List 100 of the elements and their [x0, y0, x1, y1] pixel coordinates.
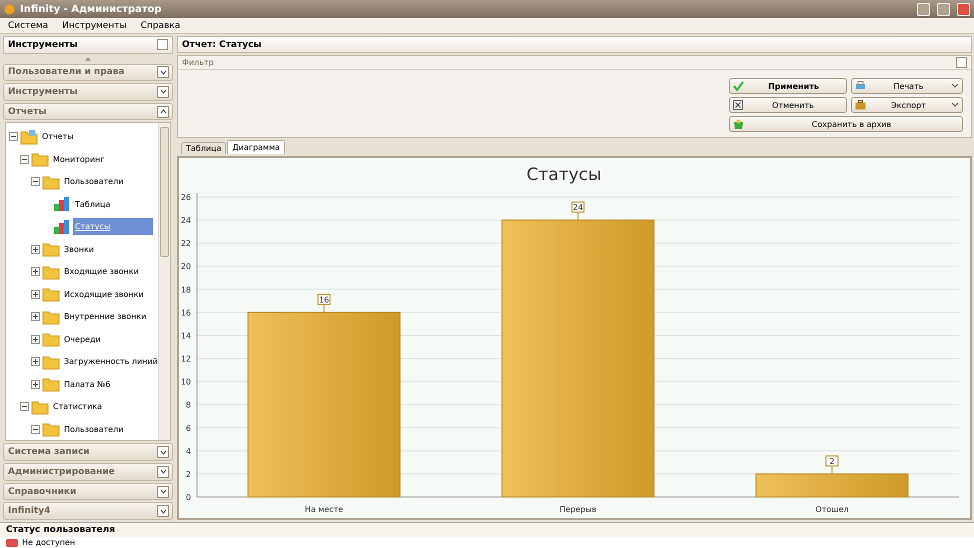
tree-item[interactable]: Исходящие звонки [62, 286, 146, 303]
folder-icon [31, 151, 49, 168]
expand-button[interactable] [157, 86, 169, 98]
data-label: 24 [572, 202, 584, 221]
group-header[interactable]: Отчеты [3, 102, 173, 120]
expand-toggle[interactable] [31, 244, 40, 254]
group-header[interactable]: Infinity4 [3, 502, 173, 520]
plus-icon [33, 382, 38, 387]
data-label: 16 [318, 294, 330, 313]
menu-item[interactable]: Инструменты [62, 20, 127, 30]
tab[interactable]: Диаграмма [227, 140, 285, 154]
expand-button[interactable] [157, 446, 169, 458]
scrollbar[interactable] [158, 123, 170, 440]
tree-item[interactable]: Внутренние звонки [62, 308, 148, 326]
folder-icon [42, 264, 60, 280]
expand-toggle[interactable] [31, 312, 40, 322]
cancel-button[interactable]: Отменить [729, 97, 847, 114]
expand-toggle[interactable] [31, 290, 40, 299]
tree-item[interactable]: Статистика [51, 398, 104, 416]
plus-icon [33, 292, 38, 297]
chevron-down-icon [160, 450, 166, 455]
expand-toggle[interactable] [31, 380, 40, 389]
chevron-down-icon [160, 70, 166, 75]
maximize-button[interactable] [937, 2, 950, 16]
axis-tick-label: 26 [180, 193, 191, 202]
minus-icon [22, 404, 27, 410]
expand-button[interactable] [157, 505, 169, 518]
group-header[interactable]: Система записи [3, 443, 173, 462]
briefcase-icon [855, 100, 866, 110]
menu-item[interactable]: Система [8, 20, 48, 30]
category-label: Отошел [815, 505, 849, 514]
chevron-down-icon [160, 89, 166, 94]
collapse-toggle[interactable] [9, 132, 18, 142]
close-button[interactable] [957, 2, 970, 16]
menu-item[interactable]: Справка [140, 20, 180, 30]
tree-item[interactable]: Входящие звонки [62, 263, 141, 280]
plus-icon [33, 336, 38, 342]
export-button[interactable]: Экспорт [851, 97, 963, 114]
category-label: Перерыв [559, 505, 597, 514]
apply-button[interactable]: Применить [729, 78, 847, 94]
axis-tick-label: 10 [180, 378, 191, 387]
filter-title: Фильтр [182, 58, 214, 68]
group-header[interactable]: Справочники [3, 482, 173, 500]
tree-item[interactable]: Таблица [73, 196, 112, 213]
folder-icon [42, 308, 60, 325]
status-label: Не доступен [22, 538, 76, 547]
axis-tick-label: 14 [180, 331, 191, 340]
chevron-down-icon [160, 489, 166, 494]
printer-icon [855, 81, 866, 92]
data-label: 16 [318, 295, 330, 304]
expand-toggle[interactable] [31, 334, 40, 344]
expand-button[interactable] [157, 66, 169, 78]
expand-toggle[interactable] [31, 267, 40, 276]
folder-icon [42, 174, 60, 190]
expand-button[interactable] [157, 486, 169, 498]
collapse-toggle[interactable] [20, 154, 29, 164]
tree-item[interactable]: Пользователи [62, 173, 126, 190]
window-title: Infinity - Администратор [20, 4, 163, 14]
collapse-toggle[interactable] [31, 177, 40, 186]
folder-icon [42, 421, 60, 438]
collapse-toggle[interactable] [20, 402, 29, 412]
status-title: Статус пользователя [0, 523, 974, 537]
expand-button[interactable] [157, 466, 169, 478]
tree-item[interactable]: Отчеты [40, 128, 76, 146]
app-icon [4, 4, 15, 14]
group-header[interactable]: Пользователи и права [3, 64, 173, 82]
tree-item[interactable]: Очереди [62, 330, 103, 348]
archive-button[interactable]: Сохранить в архив [729, 116, 963, 132]
expand-toggle[interactable] [31, 357, 40, 366]
basket-icon [733, 118, 744, 130]
group-header[interactable]: Инструменты [3, 83, 173, 101]
chart-title: Статусы [526, 165, 602, 185]
tree-item[interactable]: Звонки [62, 240, 96, 258]
axis-tick-label: 16 [180, 308, 191, 318]
plus-icon [33, 269, 38, 274]
collapse-button[interactable] [157, 106, 169, 118]
chevron-down-icon [160, 469, 166, 474]
tree-item[interactable]: Пользователи [62, 420, 126, 438]
tree-item[interactable]: Мониторинг [51, 150, 106, 168]
group-header[interactable]: Администрирование [3, 463, 173, 481]
axis-tick-label: 0 [186, 493, 191, 502]
tree-item[interactable]: Загруженность линий [62, 353, 158, 370]
folder-icon [42, 331, 60, 348]
plus-icon [33, 246, 38, 252]
folder-icon [42, 286, 60, 302]
minimize-button[interactable] [917, 2, 930, 16]
collapse-toggle[interactable] [31, 424, 40, 434]
folder-icon [20, 128, 38, 145]
minus-icon [33, 426, 38, 432]
tree-item[interactable]: Палата №6 [62, 376, 112, 393]
plus-icon [33, 314, 38, 320]
minus-icon [33, 179, 38, 184]
dropdown-icon [951, 83, 959, 90]
chevron-down-icon [160, 508, 166, 514]
tab[interactable]: Таблица [181, 142, 226, 154]
axis-tick-label: 22 [180, 239, 191, 248]
minus-icon [22, 156, 27, 162]
print-button[interactable]: Печать [851, 78, 963, 94]
folder-icon [31, 398, 49, 415]
folder-icon [42, 376, 60, 392]
